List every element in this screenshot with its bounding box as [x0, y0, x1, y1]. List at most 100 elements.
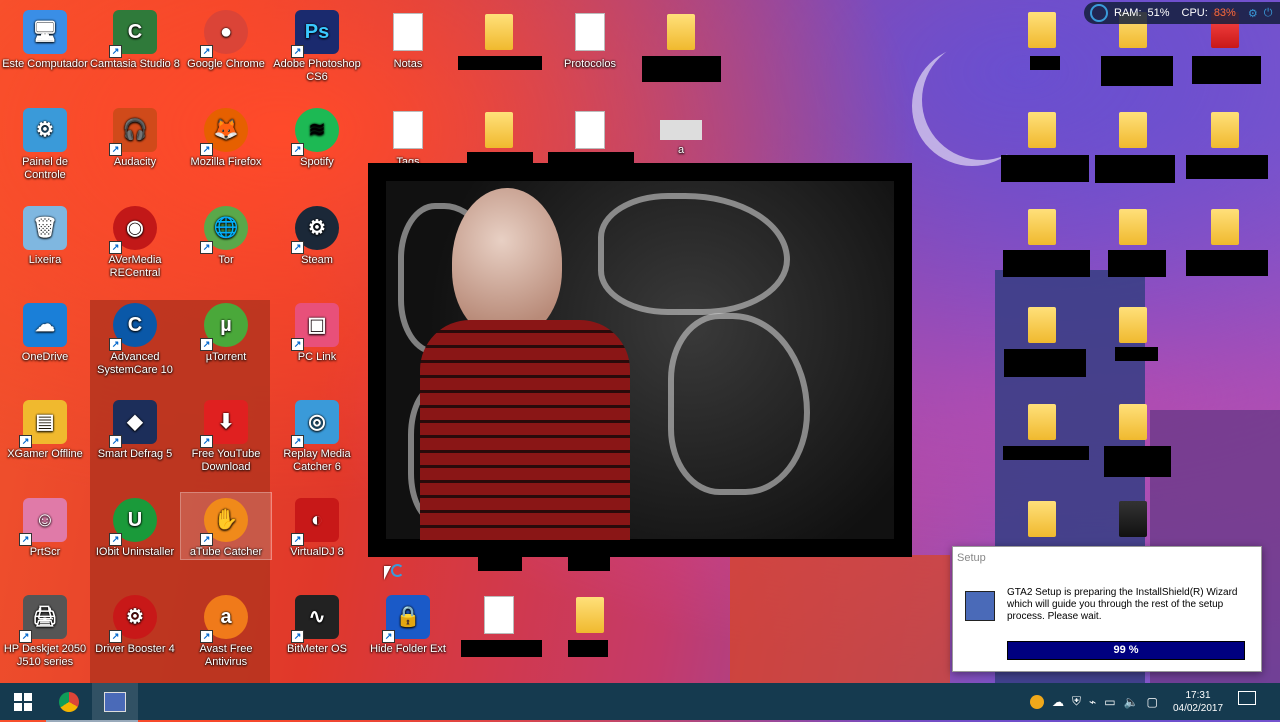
icon-steam[interactable]: ⚙ ↗ Steam: [272, 206, 362, 267]
clock[interactable]: 17:31 04/02/2017: [1162, 683, 1234, 720]
icon-audacity[interactable]: 🎧 ↗ Audacity: [90, 108, 180, 169]
shield-icon[interactable]: ⛨: [1072, 694, 1081, 709]
progress-bar: 99 %: [1007, 641, 1245, 660]
icon-folder[interactable]: [1180, 108, 1270, 156]
icon-advanced-systemcare[interactable]: C ↗ Advanced SystemCare 10: [90, 303, 180, 377]
icon-lixeira[interactable]: 🗑 Lixeira: [0, 206, 90, 267]
icon-spotify[interactable]: ≋ ↗ Spotify: [272, 108, 362, 169]
icon-folder[interactable]: [1088, 497, 1178, 545]
icon-atube-catcher[interactable]: ✋ ↗ aTube Catcher: [180, 492, 272, 560]
avermedia-icon: ◉ ↗: [109, 206, 157, 254]
icon-iobit-uninstaller[interactable]: U ↗ IObit Uninstaller: [90, 498, 180, 559]
speaker-icon[interactable]: 🔈: [1124, 695, 1139, 709]
icon-bitmeter-os[interactable]: ∿ ↗ BitMeter OS: [272, 595, 362, 656]
icon-folder[interactable]: [997, 108, 1087, 156]
icon-protocolos[interactable]: Protocolos: [545, 10, 635, 71]
icon-folder[interactable]: [997, 205, 1087, 253]
icon-folder[interactable]: [997, 303, 1087, 351]
start-button[interactable]: [0, 683, 46, 720]
icon-driver-booster[interactable]: ⚙ ↗ Driver Booster 4: [90, 595, 180, 656]
icon-tor[interactable]: 🌐 ↗ Tor: [181, 206, 271, 267]
power-icon[interactable]: ⏻: [1264, 7, 1273, 20]
redacted-label: [1115, 347, 1158, 361]
folder-icon: [1020, 108, 1064, 152]
system-tray: ☁ ⛨ ⌁ ▭ 🔈 ▢: [1030, 683, 1158, 720]
icon-hp-deskjet[interactable]: 🖨 ↗ HP Deskjet 2050 J510 series: [0, 595, 90, 669]
icon-folder[interactable]: [1088, 303, 1178, 351]
folder-icon: [1020, 497, 1064, 541]
folder-icon: [1020, 400, 1064, 444]
icon-replay-media-catcher[interactable]: ◎ ↗ Replay Media Catcher 6: [272, 400, 362, 474]
icon-pc-link[interactable]: ▣ ↗ PC Link: [272, 303, 362, 364]
atube-catcher-icon: ✋ ↗: [200, 498, 248, 546]
installer-icon: [965, 591, 995, 621]
printer-icon: 🖨 ↗: [19, 595, 67, 643]
icon-camtasia[interactable]: C ↗ Camtasia Studio 8: [90, 10, 180, 71]
spotify-icon: ≋ ↗: [291, 108, 339, 156]
icon-notas[interactable]: Notas: [363, 10, 453, 71]
icon-folder[interactable]: [1180, 205, 1270, 253]
performance-meter[interactable]: RAM: 51% CPU: 83% ⚙ ⏻: [1084, 2, 1280, 24]
icon-avermedia[interactable]: ◉ ↗ AVerMedia RECentral: [90, 206, 180, 280]
redacted-label: [1104, 446, 1171, 477]
avast-icon: a ↗: [200, 595, 248, 643]
notification-center-icon[interactable]: [1238, 691, 1256, 705]
icon-hide-folder-ext[interactable]: 🔒 ↗ Hide Folder Ext: [363, 595, 453, 656]
icon-folder[interactable]: [997, 497, 1087, 545]
avast-icon[interactable]: [1030, 694, 1044, 709]
icon-folder[interactable]: [1088, 205, 1178, 253]
person-head: [452, 188, 562, 338]
redacted-label: [1186, 155, 1268, 179]
folder-icon: [1020, 8, 1064, 52]
virtualdj-icon: ◐ ↗: [291, 498, 339, 546]
redacted-label: [458, 56, 542, 70]
icon-avast[interactable]: a ↗ Avast Free Antivirus: [181, 595, 271, 669]
folder-icon: [1111, 497, 1155, 541]
message-icon[interactable]: ▢: [1147, 695, 1158, 709]
icon-tags[interactable]: Tags: [363, 108, 453, 169]
icon-folder[interactable]: [545, 593, 635, 641]
usb-icon[interactable]: ⌁: [1089, 695, 1096, 709]
redacted-label: [1192, 56, 1261, 84]
cloud-icon[interactable]: ☁: [1052, 695, 1064, 709]
icon-folder[interactable]: [454, 10, 544, 58]
icon-prtscr[interactable]: ☺ ↗ PrtScr: [0, 498, 90, 559]
folder-icon: [1111, 205, 1155, 249]
icon-folder[interactable]: [1088, 108, 1178, 156]
icon-document[interactable]: [454, 593, 544, 641]
icon-onedrive[interactable]: ☁ OneDrive: [0, 303, 90, 364]
icon-photoshop[interactable]: Ps ↗ Adobe Photoshop CS6: [272, 10, 362, 84]
windows-logo-icon: [14, 692, 32, 711]
icon-document[interactable]: [545, 108, 635, 156]
icon-folder[interactable]: [1088, 400, 1178, 448]
icon-google-chrome[interactable]: ● ↗ Google Chrome: [181, 10, 271, 71]
icon-folder[interactable]: [997, 400, 1087, 448]
folder-icon: [659, 10, 703, 54]
icon-virtualdj[interactable]: ◐ ↗ VirtualDJ 8: [272, 498, 362, 559]
document-icon: [386, 108, 430, 152]
icon-image-a[interactable]: a: [636, 120, 726, 157]
icon-xgamer-offline[interactable]: ▤ ↗ XGamer Offline: [0, 400, 90, 461]
dialog-title: Setup: [957, 552, 986, 564]
icon-free-youtube-download[interactable]: ⬇ ↗ Free YouTube Download: [181, 400, 271, 474]
icon-mozilla-firefox[interactable]: 🦊 ↗ Mozilla Firefox: [181, 108, 271, 169]
taskbar-chrome[interactable]: [46, 683, 92, 722]
chrome-icon: [59, 691, 79, 712]
icon-painel-de-controle[interactable]: ⚙ Painel de Controle: [0, 108, 90, 182]
recycle-bin-icon: 🗑: [23, 206, 67, 250]
icon-este-computador[interactable]: 🖥 Este Computador: [0, 10, 90, 71]
computer-icon: 🖥: [23, 10, 67, 54]
network-icon[interactable]: ▭: [1104, 695, 1115, 709]
icon-smart-defrag[interactable]: ◆ ↗ Smart Defrag 5: [90, 400, 180, 461]
icon-folder[interactable]: [454, 108, 544, 156]
icon-folder[interactable]: [636, 10, 726, 58]
taskbar-setup-app[interactable]: [92, 683, 138, 722]
icon-folder[interactable]: [997, 8, 1087, 56]
replay-media-icon: ◎ ↗: [291, 400, 339, 448]
clock-date: 04/02/2017: [1172, 702, 1224, 714]
redacted-label: [548, 152, 634, 163]
setup-dialog[interactable]: Setup GTA2 Setup is preparing the Instal…: [952, 546, 1262, 672]
settings-icon[interactable]: ⚙: [1248, 7, 1258, 20]
dialog-message: GTA2 Setup is preparing the InstallShiel…: [1007, 587, 1238, 622]
icon-utorrent[interactable]: µ ↗ µTorrent: [181, 303, 271, 364]
